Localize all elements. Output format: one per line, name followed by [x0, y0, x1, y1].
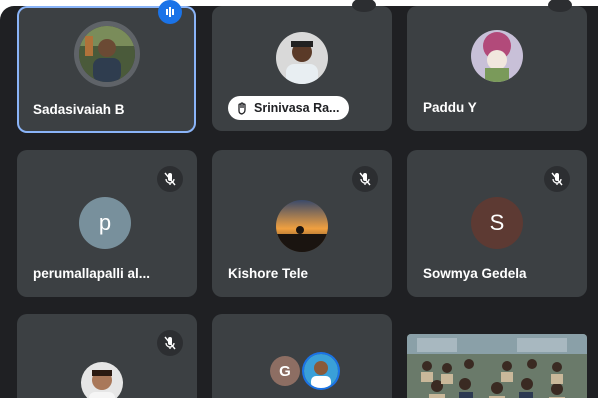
raised-hand-icon — [238, 101, 246, 115]
classroom-video-feed — [407, 334, 587, 398]
speaking-indicator-icon — [158, 0, 182, 24]
participant-avatar — [471, 30, 523, 82]
group-avatar-letter: G — [270, 356, 300, 386]
avatar-letter: S — [489, 210, 505, 235]
group-avatar-photo — [304, 354, 338, 388]
participant-name: Sadasivaiah B — [33, 102, 125, 117]
raised-hand-name-pill: Srinivasa Ra... — [228, 96, 350, 120]
participant-avatar — [79, 26, 135, 82]
mic-off-icon — [157, 166, 183, 192]
participant-name: Paddu Y — [423, 100, 477, 115]
screen-edge — [598, 0, 603, 398]
participant-tile-sadasivaiah[interactable]: Sadasivaiah B — [17, 6, 196, 133]
participant-name: Sowmya Gedela — [423, 266, 527, 281]
participant-tile-perumallapalli[interactable]: p perumallapalli al... — [17, 150, 197, 297]
mic-off-icon — [352, 166, 378, 192]
avatar-letter: p — [98, 210, 112, 235]
participant-avatar: p — [79, 197, 131, 249]
participant-tile-paddu[interactable]: Paddu Y — [407, 6, 587, 131]
participant-tile-row3-left[interactable] — [17, 314, 197, 398]
participant-name: Kishore Tele — [228, 266, 309, 281]
participant-name: Srinivasa Ra... — [254, 101, 340, 115]
group-letter: G — [279, 362, 291, 380]
participant-tile-classroom-video[interactable] — [407, 334, 587, 398]
participant-name: perumallapalli al... — [33, 266, 151, 281]
participant-tile-sowmya[interactable]: S Sowmya Gedela — [407, 150, 587, 297]
participant-avatar: S — [471, 197, 523, 249]
mic-off-icon — [544, 166, 570, 192]
participant-tile-group[interactable]: G — [212, 314, 392, 398]
mic-off-icon — [157, 330, 183, 356]
participant-avatar — [81, 362, 123, 398]
participant-avatar — [276, 200, 328, 252]
participant-tile-srinivasa[interactable]: Srinivasa Ra... — [212, 6, 392, 131]
meeting-screen: Sadasivaiah B Srinivasa Ra... Paddu Y p … — [0, 0, 603, 398]
participant-avatar — [276, 32, 328, 84]
participant-tile-kishore[interactable]: Kishore Tele — [212, 150, 392, 297]
